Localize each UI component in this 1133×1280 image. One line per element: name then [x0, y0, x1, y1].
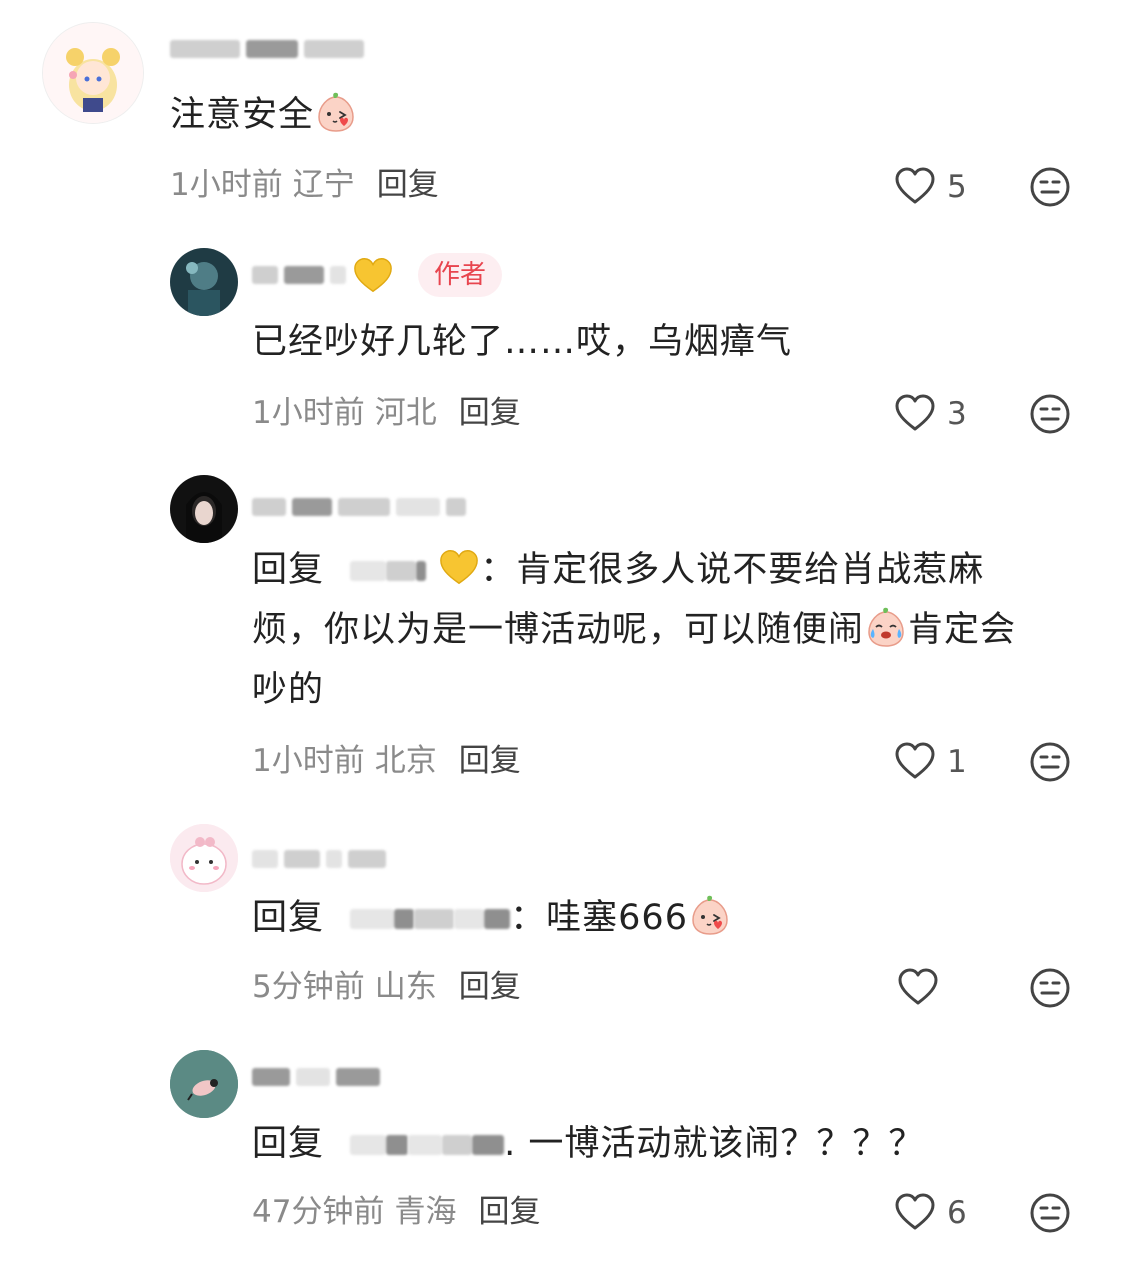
avatar[interactable]: [170, 1050, 238, 1118]
comment-text: 已经吵好几轮了……哎，乌烟瘴气: [252, 322, 793, 362]
peach-kiss-emoji-icon: [314, 90, 358, 134]
timestamp: 1小时前: [252, 743, 365, 779]
neutral-face-icon[interactable]: [1028, 740, 1072, 784]
avatar[interactable]: [170, 824, 238, 892]
yellow-heart-emoji-icon: [352, 255, 394, 295]
teal-bird-avatar-icon: [170, 1050, 238, 1118]
like-count: 5: [947, 169, 967, 205]
reply-button[interactable]: 回复: [459, 743, 521, 779]
location: 北京: [374, 743, 437, 779]
timestamp: 5分钟前: [252, 969, 365, 1005]
author-badge: 作者: [418, 253, 503, 297]
timestamp: 47分钟前: [252, 1194, 385, 1230]
mention-blurred[interactable]: [350, 561, 387, 581]
comment-text: 回复 ：肯定很多人说不要给肖战惹麻 烦，你以为是一博活动呢，可以随便闹 肯定会 吵…: [252, 540, 1092, 720]
avatar[interactable]: [42, 22, 144, 124]
like-count: 6: [947, 1195, 967, 1231]
comment-meta: 1小时前 北京 回复: [252, 739, 521, 783]
reply-button[interactable]: 回复: [459, 395, 521, 431]
heart-outline-icon: [893, 392, 937, 436]
username-blurred[interactable]: [252, 488, 466, 526]
heart-outline-icon: [893, 740, 937, 784]
comment-text: 回复 ：哇塞666: [252, 888, 732, 948]
comment-meta: 1小时前 河北 回复: [252, 391, 521, 435]
comment-meta: 5分钟前 山东 回复: [252, 965, 521, 1009]
like-button[interactable]: 3: [893, 390, 967, 438]
like-count: 3: [947, 396, 967, 432]
reply-button[interactable]: 回复: [478, 1194, 540, 1230]
username-blurred[interactable]: [252, 840, 386, 878]
comment-meta: 1小时前 辽宁 回复: [170, 163, 439, 207]
timestamp: 1小时前: [170, 167, 283, 203]
heart-outline-icon: [893, 1191, 937, 1235]
neutral-face-icon[interactable]: [1028, 1191, 1072, 1235]
comment-meta: 47分钟前 青海 回复: [252, 1190, 540, 1234]
reply-prefix: 回复: [252, 1124, 325, 1164]
mention-blurred[interactable]: [350, 1135, 387, 1155]
anime-girl-avatar-icon: [43, 23, 143, 123]
mention-blurred[interactable]: [350, 909, 395, 929]
neutral-face-icon[interactable]: [1028, 966, 1072, 1010]
username-blurred[interactable]: [252, 256, 394, 294]
reply-prefix: 回复: [252, 550, 325, 590]
girl-photo-avatar-icon: [170, 475, 238, 543]
like-button[interactable]: [896, 964, 950, 1012]
heart-outline-icon: [893, 165, 937, 209]
neutral-face-icon[interactable]: [1028, 392, 1072, 436]
location: 河北: [374, 395, 437, 431]
timestamp: 1小时前: [252, 395, 365, 431]
neutral-face-icon[interactable]: [1028, 165, 1072, 209]
username-blurred[interactable]: [170, 30, 364, 68]
reply-prefix: 回复: [252, 898, 325, 938]
cute-pink-character-avatar-icon: [170, 824, 238, 892]
like-button[interactable]: 1: [893, 738, 967, 786]
like-button[interactable]: 6: [893, 1189, 967, 1237]
like-button[interactable]: 5: [893, 163, 967, 211]
like-count: 1: [947, 744, 967, 780]
location: 山东: [374, 969, 437, 1005]
reply-button[interactable]: 回复: [459, 969, 521, 1005]
avatar[interactable]: [170, 475, 238, 543]
location: 辽宁: [292, 167, 355, 203]
username-blurred[interactable]: [252, 1058, 380, 1096]
heart-outline-icon: [896, 966, 940, 1010]
avatar[interactable]: [170, 248, 238, 316]
comment-text: 注意安全: [170, 85, 358, 145]
comment-text: 回复 . 一博活动就该闹？？？？: [252, 1124, 925, 1164]
dark-photo-avatar-icon: [170, 248, 238, 316]
yellow-heart-emoji-icon: [438, 547, 480, 587]
peach-kiss-emoji-icon: [688, 893, 732, 937]
reply-button[interactable]: 回复: [377, 167, 439, 203]
location: 青海: [394, 1194, 457, 1230]
peach-laugh-cry-emoji-icon: [864, 605, 908, 649]
